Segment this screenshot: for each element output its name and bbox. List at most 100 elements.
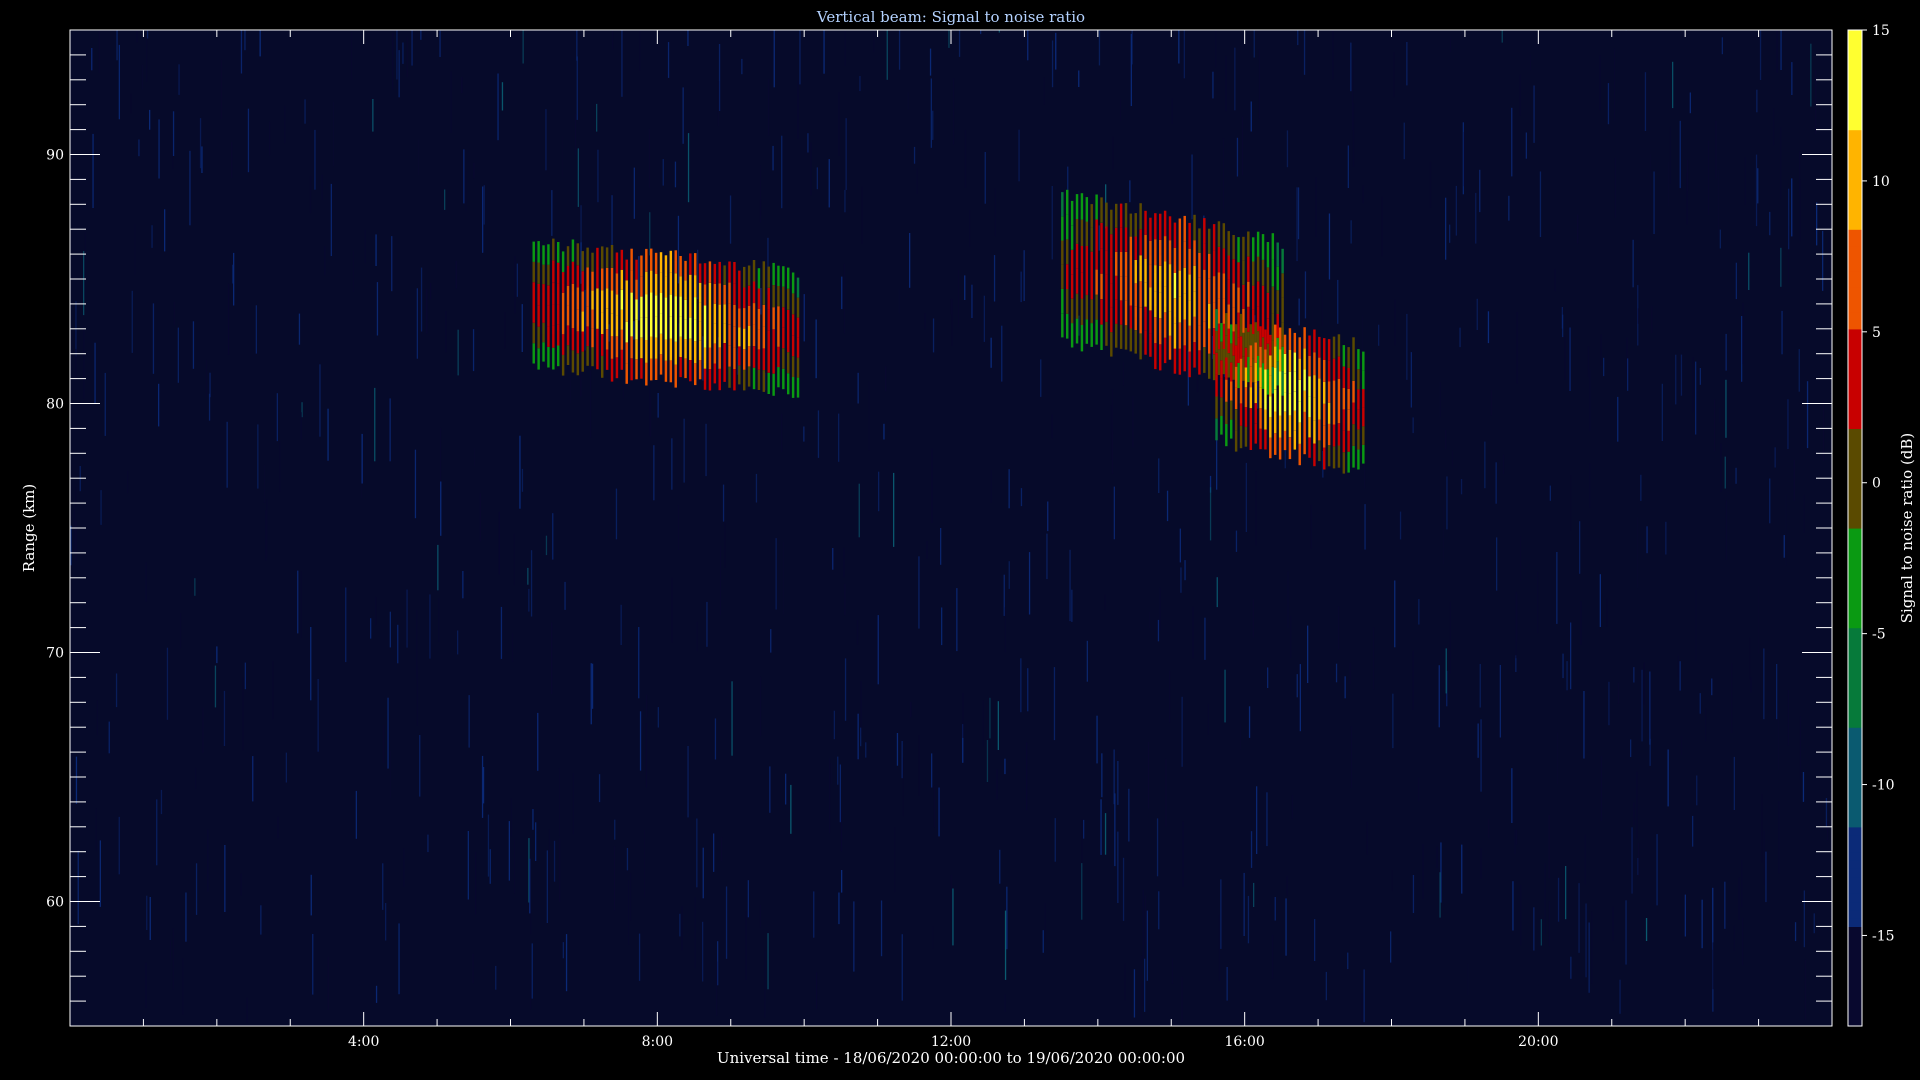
echo-cell — [1222, 248, 1226, 274]
echo-cell — [738, 289, 741, 309]
echo-cell — [640, 276, 643, 297]
echo-cell — [1159, 318, 1162, 345]
echo-cell — [571, 283, 575, 306]
echo-cell — [703, 368, 707, 390]
noise-streak — [1719, 229, 1721, 249]
noise-streak — [1738, 877, 1740, 920]
noise-streak — [1570, 475, 1572, 531]
noise-streak — [255, 305, 257, 354]
noise-streak — [1687, 159, 1689, 191]
noise-streak — [1337, 279, 1339, 324]
noise-streak — [1399, 511, 1402, 540]
colorbar-swatch — [1848, 1017, 1862, 1027]
noise-streak — [169, 940, 172, 961]
echo-cell — [1256, 231, 1260, 257]
echo-cell — [708, 304, 712, 326]
noise-streak — [1299, 664, 1301, 732]
noise-streak — [1742, 917, 1744, 966]
echo-cell — [1080, 193, 1084, 220]
noise-streak — [1287, 571, 1289, 629]
echo-cell — [1188, 351, 1191, 378]
noise-streak — [475, 851, 477, 915]
noise-streak — [1255, 471, 1257, 546]
noise-streak — [1393, 52, 1395, 98]
echo-cell — [1090, 204, 1093, 228]
noise-streak — [838, 892, 840, 925]
noise-streak — [1520, 884, 1522, 946]
echo-cell — [532, 322, 535, 344]
noise-streak — [1332, 30, 1334, 80]
echo-cell — [1252, 261, 1255, 286]
noise-streak — [1394, 299, 1396, 346]
colorbar-swatch — [1848, 743, 1862, 753]
noise-streak — [994, 188, 996, 237]
echo-cell — [1183, 345, 1186, 372]
noise-streak — [1579, 521, 1581, 574]
echo-cell — [1252, 237, 1255, 262]
echo-cell — [1105, 226, 1108, 251]
noise-streak — [1449, 601, 1451, 674]
colorbar-swatch — [1848, 735, 1862, 745]
noise-streak — [91, 48, 93, 71]
echo-cell — [752, 281, 756, 303]
echo-cell — [620, 289, 624, 310]
echo-cell — [767, 309, 770, 331]
noise-streak — [309, 175, 312, 214]
echo-cell — [1254, 342, 1257, 363]
noise-streak — [918, 735, 920, 797]
noise-streak — [1625, 900, 1627, 965]
noise-streak — [94, 342, 96, 404]
echo-cell — [1242, 308, 1245, 333]
noise-streak — [1589, 369, 1591, 432]
noise-streak — [856, 620, 859, 645]
noise-streak — [1810, 43, 1812, 107]
echo-cell — [596, 247, 599, 269]
echo-cell — [1149, 333, 1152, 357]
echo-cell — [537, 348, 540, 370]
echo-cell — [1208, 253, 1211, 279]
noise-streak — [878, 471, 880, 512]
noise-streak — [564, 581, 566, 610]
echo-cell — [664, 276, 668, 298]
noise-streak — [199, 118, 202, 169]
echo-cell — [1129, 259, 1133, 283]
noise-streak — [1556, 552, 1558, 624]
noise-streak — [1608, 681, 1610, 726]
echo-cell — [542, 284, 545, 304]
echo-cell — [1327, 402, 1331, 424]
noise-streak — [1204, 617, 1206, 660]
echo-cell — [1259, 387, 1262, 409]
noise-streak — [1297, 187, 1300, 240]
noise-streak — [1335, 663, 1338, 683]
y-tick-label: 90 — [46, 148, 64, 164]
echo-cell — [1163, 261, 1167, 287]
noise-streak — [498, 511, 500, 575]
noise-streak — [956, 588, 958, 652]
noise-streak — [1112, 136, 1114, 170]
echo-cell — [1283, 373, 1287, 393]
noise-streak — [1114, 793, 1116, 867]
noise-streak — [845, 118, 847, 190]
echo-cell — [1085, 246, 1089, 271]
echo-cell — [1303, 390, 1306, 412]
noise-streak — [1132, 396, 1134, 448]
colorbar-swatch — [1848, 453, 1862, 463]
noise-streak — [1554, 268, 1556, 292]
noise-streak — [857, 713, 859, 760]
noise-streak — [99, 840, 101, 907]
echo-cell — [605, 288, 609, 309]
echo-cell — [1154, 343, 1157, 370]
noise-streak — [570, 330, 572, 403]
noise-streak — [398, 50, 400, 98]
noise-streak — [1081, 863, 1083, 920]
echo-cell — [664, 318, 668, 340]
echo-cell — [669, 272, 673, 295]
noise-streak — [1350, 220, 1352, 244]
noise-streak — [1569, 327, 1571, 391]
colorbar-swatch — [1848, 777, 1862, 786]
echo-cell — [630, 358, 633, 381]
echo-cell — [743, 349, 746, 370]
noise-streak — [833, 710, 835, 740]
noise-streak — [1412, 875, 1415, 913]
echo-cell — [1215, 396, 1218, 419]
